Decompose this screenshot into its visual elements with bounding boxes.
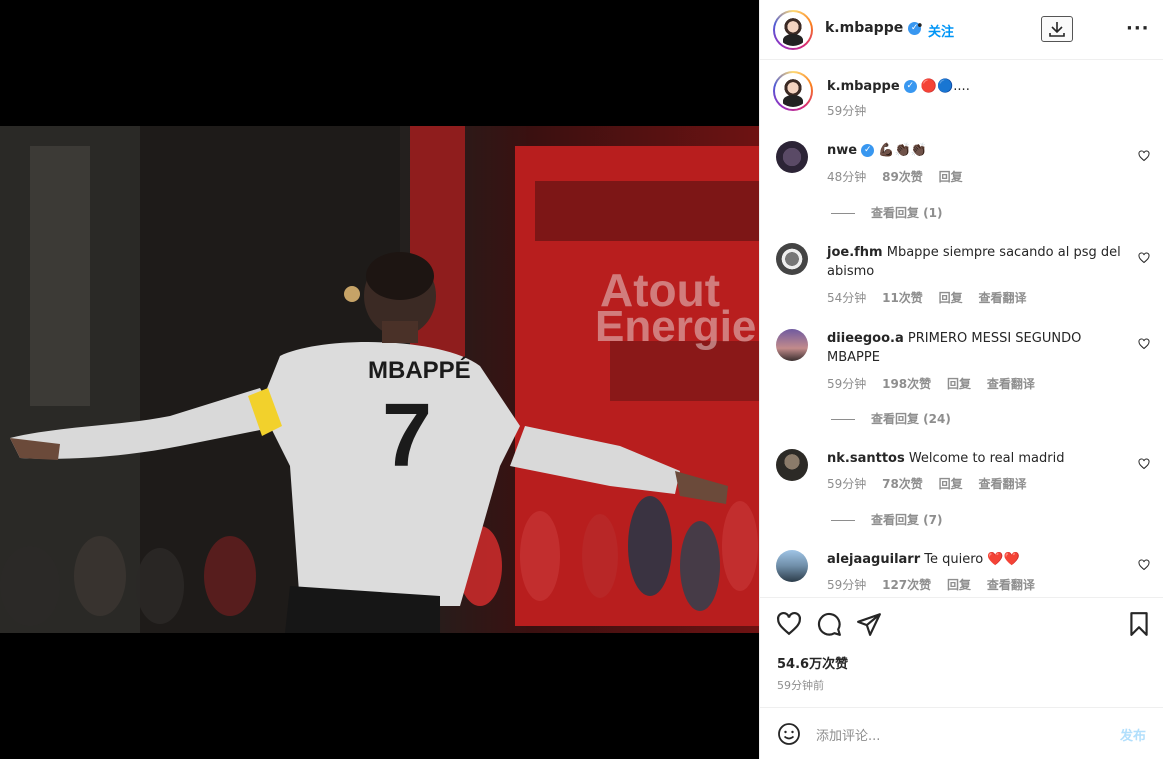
likes-count[interactable]: 54.6万次赞 xyxy=(777,653,848,672)
see-translation-button[interactable]: 查看翻译 xyxy=(978,477,1026,491)
post-side-panel: k.mbappe ✓ • 关注 ··· k.mbappe ✓ 🔴🔵.... 59… xyxy=(759,0,1163,759)
comment-text-block: nk.santtos Welcome to real madrid xyxy=(827,449,1127,468)
emoji-icon[interactable] xyxy=(777,722,801,746)
comment-text: Te quiero ❤️❤️ xyxy=(924,552,1020,567)
comment-input[interactable]: 添加评论... xyxy=(816,725,880,744)
banner-text-2: Energie xyxy=(595,302,756,351)
comment-item: diieegoo.a PRIMERO MESSI SEGUNDO MBAPPE … xyxy=(760,329,1163,429)
comment-avatar[interactable] xyxy=(776,449,808,481)
comment-reply-button[interactable]: 回复 xyxy=(939,477,963,491)
comment-time: 59分钟 xyxy=(827,377,867,391)
comment-avatar[interactable] xyxy=(776,550,808,582)
caption-username[interactable]: k.mbappe xyxy=(827,79,900,94)
share-send-icon[interactable] xyxy=(856,611,882,637)
post-media-pane: Atout Energie MBAPPÉ 7 xyxy=(0,0,759,759)
comment-likes[interactable]: 89次赞 xyxy=(882,170,923,184)
comment-username[interactable]: diieegoo.a xyxy=(827,331,904,346)
comment-time: 48分钟 xyxy=(827,170,867,184)
verified-badge-icon: ✓ xyxy=(861,144,875,157)
comment-like-heart-icon[interactable] xyxy=(1138,338,1150,350)
comment-like-heart-icon[interactable] xyxy=(1138,458,1150,470)
caption-row: k.mbappe ✓ 🔴🔵.... 59分钟 xyxy=(760,71,1163,131)
caption-meta: 59分钟 xyxy=(827,102,878,119)
like-heart-icon[interactable] xyxy=(776,611,802,637)
comment-username[interactable]: alejaaguilarr xyxy=(827,552,920,567)
post-photo[interactable]: Atout Energie MBAPPÉ 7 xyxy=(0,126,759,633)
comment-reply-button[interactable]: 回复 xyxy=(947,377,971,391)
comment-like-heart-icon[interactable] xyxy=(1138,150,1150,162)
see-translation-button[interactable]: 查看翻译 xyxy=(987,578,1035,592)
caption-text: 🔴🔵.... xyxy=(920,79,970,94)
author-username-row: k.mbappe ✓ xyxy=(825,20,922,36)
view-replies-button[interactable]: 查看回复 (7) xyxy=(831,511,943,528)
comment-avatar[interactable] xyxy=(776,329,808,361)
comment-reply-button[interactable]: 回复 xyxy=(939,291,963,305)
comment-meta: 59分钟 127次赞 回复 查看翻译 xyxy=(827,576,1047,593)
comment-username[interactable]: nk.santtos xyxy=(827,451,905,466)
comment-text-block: alejaaguilarr Te quiero ❤️❤️ xyxy=(827,550,1127,569)
comment-reply-button[interactable]: 回复 xyxy=(939,170,963,184)
post-comment-button[interactable]: 发布 xyxy=(1120,725,1146,744)
download-icon xyxy=(1049,22,1065,37)
follow-button[interactable]: 关注 xyxy=(928,21,954,40)
more-options-icon[interactable]: ··· xyxy=(1126,18,1150,39)
comment-text-block: nwe ✓ 💪🏿👏🏿👏🏿 xyxy=(827,141,1127,160)
jersey-name: MBAPPÉ xyxy=(368,356,471,384)
download-button[interactable] xyxy=(1041,16,1073,42)
comment-username[interactable]: joe.fhm xyxy=(827,245,883,260)
comment-likes[interactable]: 11次赞 xyxy=(882,291,923,305)
view-replies-label: 查看回复 (24) xyxy=(871,412,951,426)
comment-like-heart-icon[interactable] xyxy=(1138,559,1150,571)
post-actions: 54.6万次赞 59分钟前 xyxy=(760,597,1163,707)
caption-time: 59分钟 xyxy=(827,104,867,118)
comment-likes[interactable]: 78次赞 xyxy=(882,477,923,491)
comment-reply-button[interactable]: 回复 xyxy=(947,578,971,592)
comment-text-block: diieegoo.a PRIMERO MESSI SEGUNDO MBAPPE xyxy=(827,329,1127,367)
comment-time: 59分钟 xyxy=(827,477,867,491)
see-translation-button[interactable]: 查看翻译 xyxy=(978,291,1026,305)
caption-avatar[interactable] xyxy=(773,71,813,111)
view-replies-button[interactable]: 查看回复 (1) xyxy=(831,204,943,221)
caption-text-block: k.mbappe ✓ 🔴🔵.... xyxy=(827,77,1127,96)
author-avatar[interactable] xyxy=(773,10,813,50)
comment-username[interactable]: nwe xyxy=(827,143,857,158)
comment-meta: 54分钟 11次赞 回复 查看翻译 xyxy=(827,289,1039,306)
comment-likes[interactable]: 127次赞 xyxy=(882,578,931,592)
comment-composer: 添加评论... 发布 xyxy=(760,707,1163,759)
comment-icon[interactable] xyxy=(816,611,842,637)
comments-list[interactable]: k.mbappe ✓ 🔴🔵.... 59分钟 nwe ✓ 💪🏿👏🏿👏🏿 48分钟… xyxy=(760,61,1163,597)
comment-likes[interactable]: 198次赞 xyxy=(882,377,931,391)
comment-text-block: joe.fhm Mbappe siempre sacando al psg de… xyxy=(827,243,1127,281)
header-separator: • xyxy=(916,19,924,34)
jersey-number: 7 xyxy=(382,386,432,486)
comment-time: 59分钟 xyxy=(827,578,867,592)
save-bookmark-icon[interactable] xyxy=(1126,611,1152,637)
view-replies-label: 查看回复 (7) xyxy=(871,513,943,527)
comment-text: 💪🏿👏🏿👏🏿 xyxy=(878,143,927,158)
comment-avatar[interactable] xyxy=(776,243,808,275)
post-header: k.mbappe ✓ • 关注 ··· xyxy=(760,0,1163,60)
comment-item: nk.santtos Welcome to real madrid 59分钟 7… xyxy=(760,449,1163,539)
comment-item: nwe ✓ 💪🏿👏🏿👏🏿 48分钟 89次赞 回复 查看回复 (1) xyxy=(760,141,1163,231)
comment-time: 54分钟 xyxy=(827,291,867,305)
verified-badge-icon: ✓ xyxy=(903,80,917,93)
view-replies-label: 查看回复 (1) xyxy=(871,206,943,220)
replies-divider xyxy=(831,520,855,521)
comment-item: joe.fhm Mbappe siempre sacando al psg de… xyxy=(760,243,1163,313)
see-translation-button[interactable]: 查看翻译 xyxy=(987,377,1035,391)
comment-meta: 59分钟 78次赞 回复 查看翻译 xyxy=(827,475,1039,492)
replies-divider xyxy=(831,419,855,420)
comment-text: Welcome to real madrid xyxy=(908,451,1065,466)
comment-meta: 59分钟 198次赞 回复 查看翻译 xyxy=(827,375,1047,392)
view-replies-button[interactable]: 查看回复 (24) xyxy=(831,410,951,427)
post-timestamp[interactable]: 59分钟前 xyxy=(777,677,824,693)
comment-meta: 48分钟 89次赞 回复 xyxy=(827,168,975,185)
replies-divider xyxy=(831,213,855,214)
comment-avatar[interactable] xyxy=(776,141,808,173)
comment-like-heart-icon[interactable] xyxy=(1138,252,1150,264)
comment-item: alejaaguilarr Te quiero ❤️❤️ 59分钟 127次赞 … xyxy=(760,550,1163,596)
author-username[interactable]: k.mbappe xyxy=(825,20,903,36)
photo-illustration: Atout Energie MBAPPÉ 7 xyxy=(0,126,759,633)
